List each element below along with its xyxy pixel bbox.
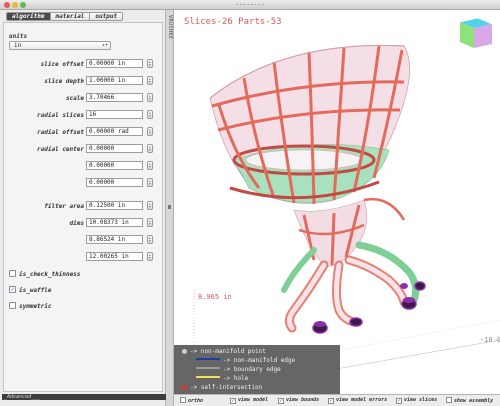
checkbox-box[interactable] — [180, 397, 186, 403]
line-icon — [196, 358, 220, 360]
legend-item-non-manifold-point: -> non-manifold point — [182, 348, 266, 355]
units-label: units — [9, 33, 28, 40]
dims-z-stepper[interactable]: ▴ ▾ — [147, 252, 153, 261]
radial-center-z-field[interactable]: 0.00000 — [86, 178, 143, 187]
legs-model — [281, 241, 426, 334]
checkbox-box[interactable]: ✓ — [278, 398, 284, 404]
checkbox-box[interactable]: ✓ — [230, 398, 236, 404]
sidebar-splitter[interactable]: VRUSHKE — [166, 10, 174, 406]
radial-offset-stepper[interactable]: ▴ ▾ — [147, 127, 153, 136]
model-render — [174, 17, 500, 394]
ortho-checkbox[interactable]: ortho — [180, 397, 203, 405]
radial-slices-stepper[interactable]: ▴ ▾ — [147, 110, 153, 119]
show-assembly-checkbox[interactable]: show assembly — [446, 397, 493, 405]
view-bounds-checkbox[interactable]: ✓ view bounds — [278, 397, 319, 405]
dims-z-field[interactable]: 12.00265 in — [86, 252, 143, 261]
error-legend: -> non-manifold point -> non-manifold ed… — [174, 345, 340, 394]
dims-x-stepper[interactable]: ▴ ▾ — [147, 218, 153, 227]
is-waffle-label: is_waffle — [19, 287, 52, 294]
filter-area-label: filter area — [44, 203, 84, 210]
units-select[interactable]: in ▴▾ — [9, 41, 111, 50]
algorithm-panel: units in ▴▾ slice offset 0.00000 in ▴ ▾ s… — [3, 22, 163, 392]
dims-y-stepper[interactable]: ▴ ▾ — [147, 235, 153, 244]
legend-item-boundary-edge: -> boundary edge — [196, 366, 281, 373]
radial-offset-label: radial offset — [37, 129, 84, 136]
scale-field[interactable]: 3.70466 — [86, 93, 143, 102]
tab-output[interactable]: output — [89, 12, 124, 21]
legend-item-hole: -> hole — [196, 375, 248, 382]
tab-material[interactable]: material — [49, 12, 90, 21]
bowl-model — [209, 44, 410, 205]
radial-center-y-field[interactable]: 0.00000 — [86, 161, 143, 170]
filter-area-field[interactable]: 0.12500 in — [86, 201, 143, 210]
line-icon — [196, 376, 220, 378]
dot-icon — [182, 385, 187, 390]
is-check-thinness-checkbox[interactable] — [9, 270, 16, 277]
view-model-checkbox[interactable]: ✓ view model — [230, 397, 268, 405]
splitter-label: VRUSHKE — [167, 15, 173, 40]
slice-depth-label: slice depth — [44, 78, 84, 85]
checkbox-box[interactable]: ✓ — [328, 398, 334, 404]
dimension-label-b: -10.0 — [480, 336, 500, 344]
orientation-cube-icon[interactable] — [459, 17, 493, 48]
symmetric-checkbox[interactable] — [9, 302, 16, 309]
legend-item-non-manifold-edge: -> non-manifold edge — [196, 357, 295, 364]
tab-algorithm[interactable]: algorithm — [6, 12, 50, 21]
checkbox-box[interactable]: ✓ — [396, 398, 402, 404]
radial-offset-field[interactable]: 0.00000 rad — [86, 127, 143, 136]
units-select-value: in — [14, 42, 22, 49]
radial-center-label: radial center — [37, 146, 84, 153]
slice-offset-label: slice offset — [40, 61, 84, 68]
scale-label: scale — [65, 95, 84, 102]
dims-y-field[interactable]: 8.86524 in — [86, 235, 143, 244]
dimension-label-a: 8.965 in — [198, 293, 232, 301]
radial-center-x-field[interactable]: 0.00000 — [86, 144, 143, 153]
model-viewport[interactable]: Slices-26 Parts-53 8.965 in -10.0 -> non… — [174, 10, 500, 394]
slice-depth-stepper[interactable]: ▴ ▾ — [147, 76, 153, 85]
viewport-title: Slices-26 Parts-53 — [184, 17, 282, 27]
settings-sidebar: algorithm material output units in ▴▾ sl… — [0, 10, 166, 406]
radial-slices-label: radial slices — [37, 112, 84, 119]
splitter-grip-icon[interactable] — [168, 205, 171, 209]
view-model-errors-checkbox[interactable]: ✓ view model errors — [328, 397, 387, 405]
slice-depth-field[interactable]: 1.00000 in — [86, 76, 143, 85]
view-slices-checkbox[interactable]: ✓ view slices — [396, 397, 437, 405]
dot-icon — [182, 349, 187, 354]
tab-bar: algorithm material output — [6, 12, 124, 21]
radial-center-x-stepper[interactable]: ▴ ▾ — [147, 144, 153, 153]
scale-stepper[interactable]: ▴ ▾ — [147, 93, 153, 102]
window-titlebar: -------- — [0, 0, 500, 10]
is-check-thinness-label: is_check_thinness — [19, 271, 81, 278]
radial-center-z-stepper[interactable]: ▴ ▾ — [147, 178, 153, 187]
updown-arrows-icon: ▴▾ — [101, 42, 108, 48]
slice-offset-stepper[interactable]: ▴ ▾ — [147, 59, 153, 68]
advanced-toggle[interactable]: _Advanced___ — [2, 394, 166, 400]
is-waffle-checkbox[interactable]: ✓ — [9, 286, 16, 293]
line-icon — [196, 367, 220, 369]
dims-label: dims — [69, 220, 84, 227]
filter-area-stepper[interactable]: ▴ ▾ — [147, 201, 153, 210]
legend-item-self-intersection: -> self-intersection — [182, 384, 262, 391]
symmetric-label: symmetric — [19, 303, 52, 310]
dims-x-field[interactable]: 10.08373 in — [86, 218, 143, 227]
slice-offset-field[interactable]: 0.00000 in — [86, 59, 143, 68]
radial-center-y-stepper[interactable]: ▴ ▾ — [147, 161, 153, 170]
radial-slices-field[interactable]: 16 — [86, 110, 143, 119]
window-title: -------- — [235, 1, 265, 8]
view-options-bar: ortho ✓ view model ✓ view bounds ✓ view mod… — [174, 394, 500, 406]
checkbox-box[interactable] — [446, 397, 452, 403]
